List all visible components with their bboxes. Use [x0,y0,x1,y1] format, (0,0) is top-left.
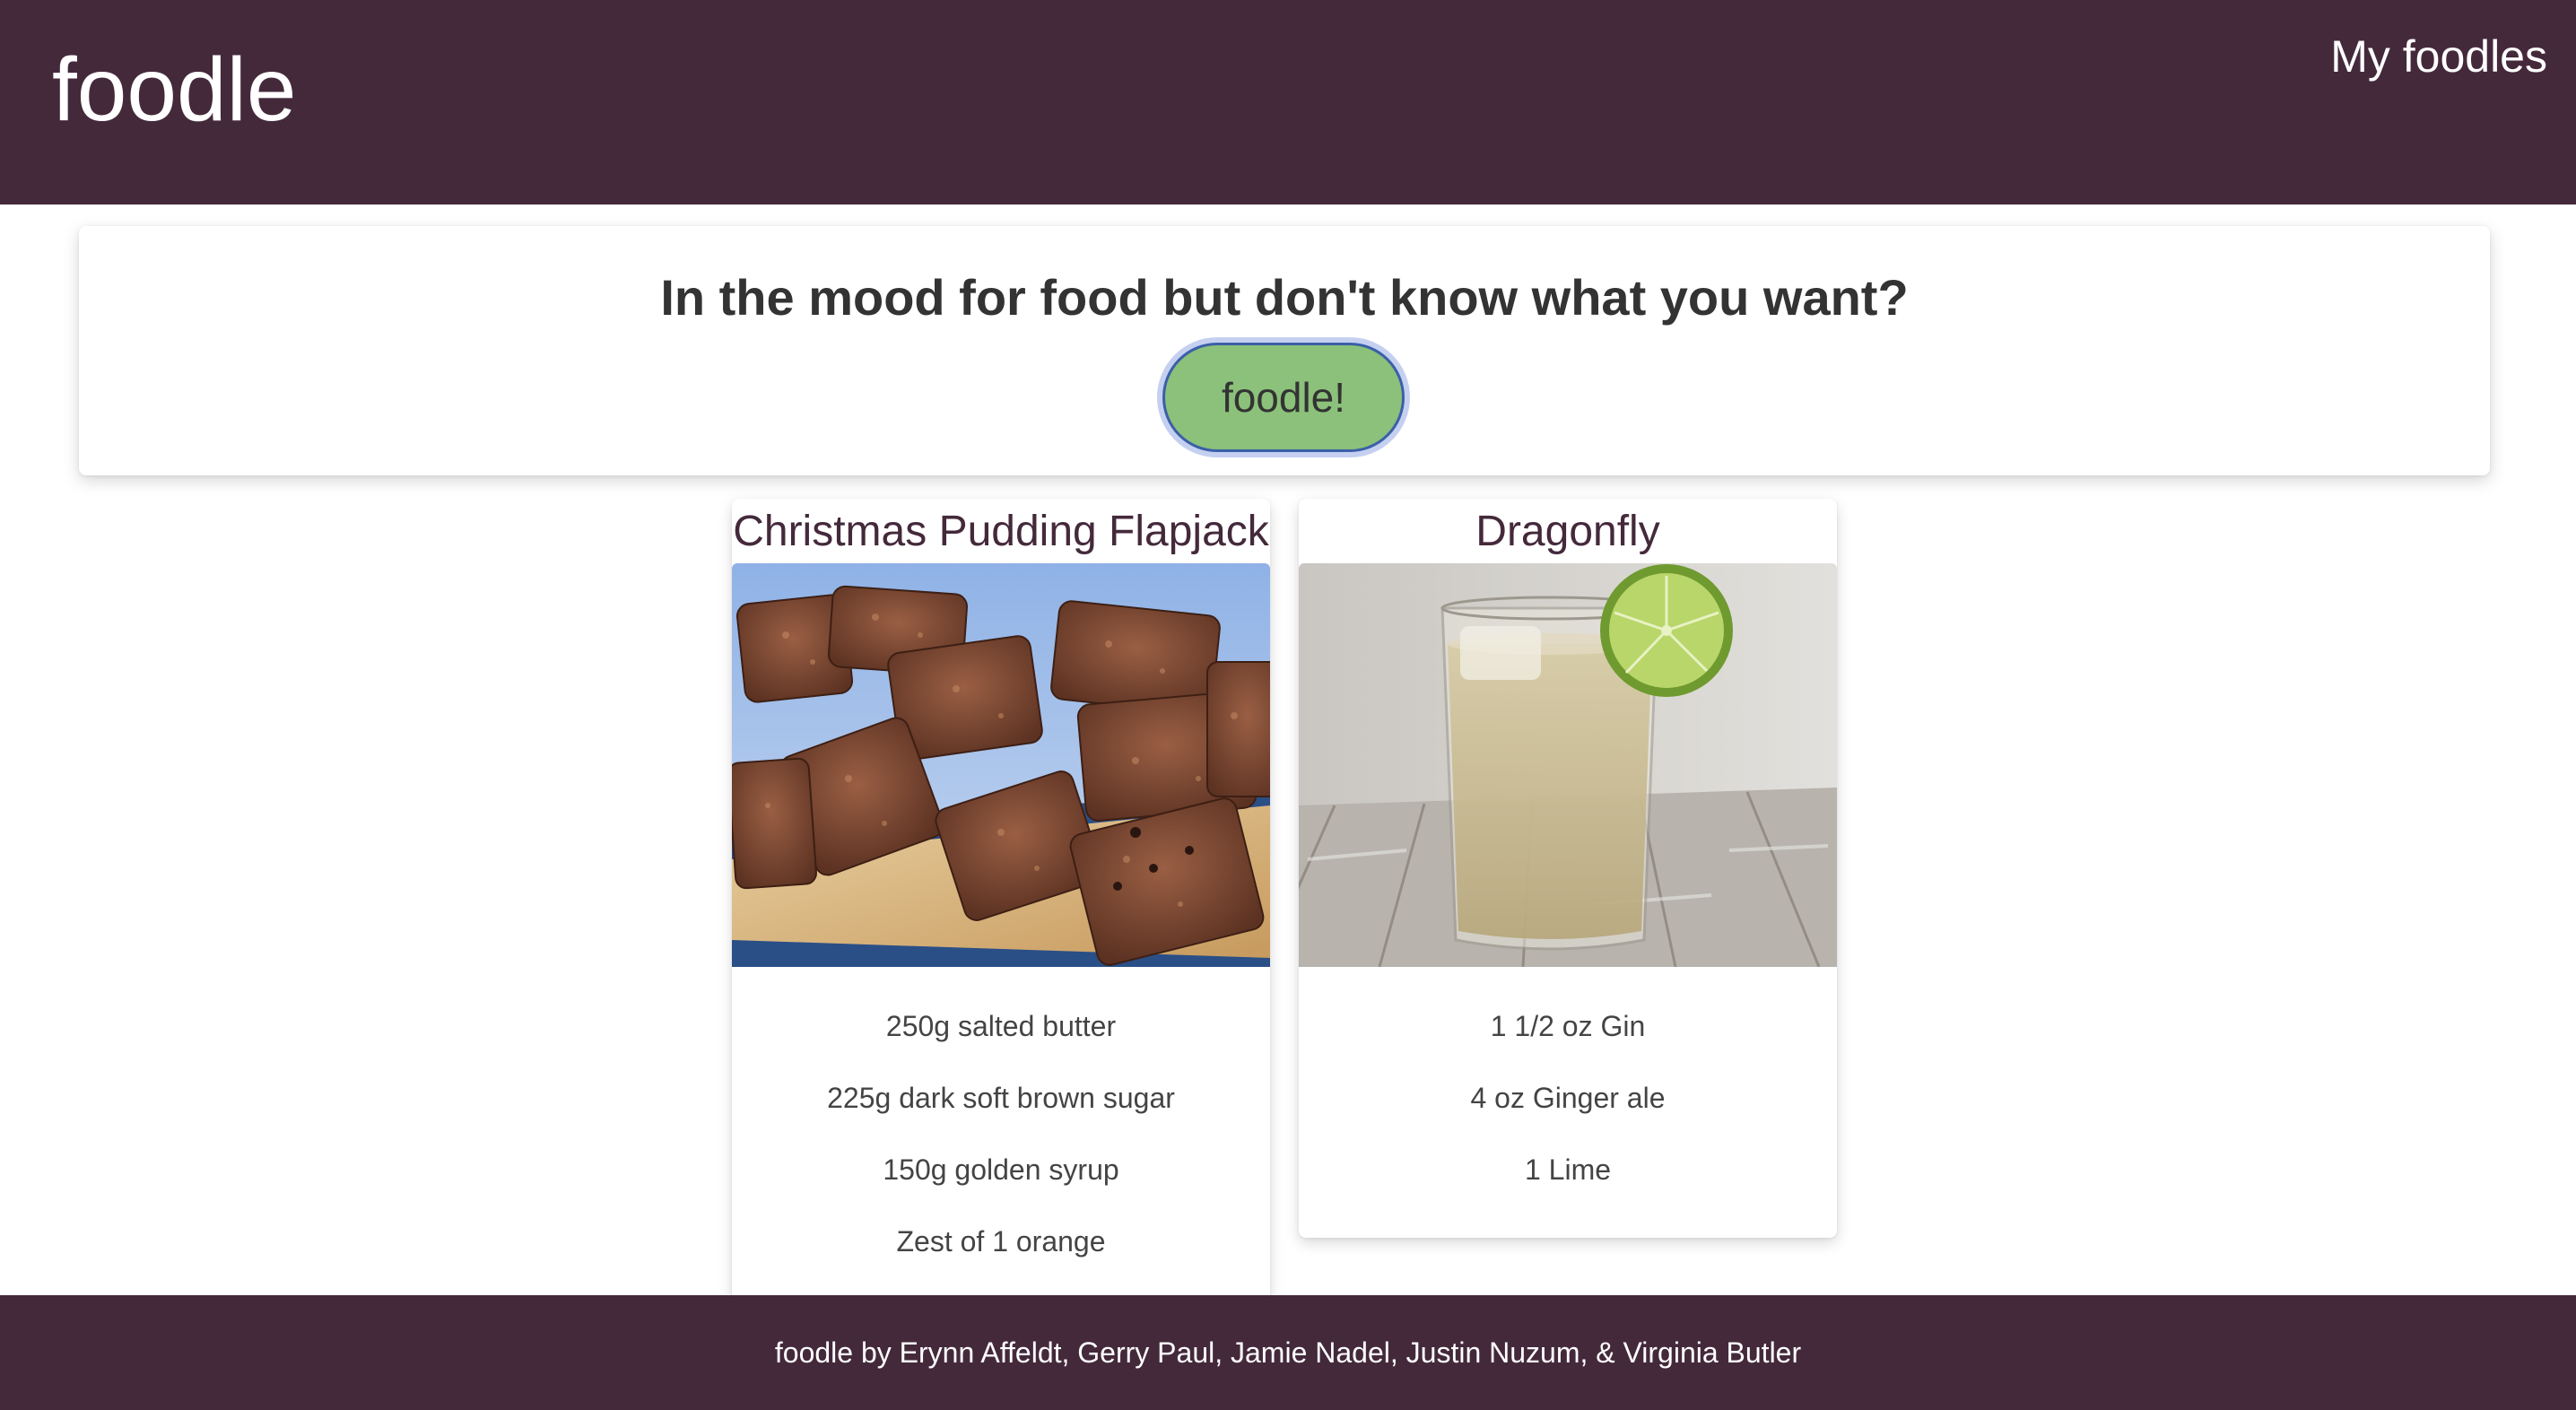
ingredient-item: 1 Lime [1524,1153,1612,1186]
recipe-image [732,563,1270,967]
ingredient-item: 150g golden syrup [883,1153,1119,1186]
foodle-button[interactable]: foodle! [1162,343,1405,452]
recipe-card: Christmas Pudding Flapjack 250g salted b… [732,499,1270,1306]
flapjack-image [732,563,1270,967]
my-foodles-link[interactable]: My foodles [2330,27,2547,86]
brand-logo[interactable]: foodle [52,36,296,144]
ingredient-item: 4 oz Ginger ale [1470,1082,1666,1114]
ingredient-list: 1 1/2 oz Gin 4 oz Ginger ale 1 Lime [1299,1010,1837,1225]
footer-credits: foodle by Erynn Affeldt, Gerry Paul, Jam… [774,1336,1802,1369]
recipe-title: Christmas Pudding Flapjack [733,508,1269,555]
recipe-image [1299,563,1837,967]
footer: foodle by Erynn Affeldt, Gerry Paul, Jam… [0,1295,2576,1410]
ingredient-item: 1 1/2 oz Gin [1490,1010,1646,1042]
hero-title: In the mood for food but don't know what… [660,269,1909,326]
ingredient-list: 250g salted butter 225g dark soft brown … [732,1010,1270,1297]
recipe-title: Dragonfly [1475,508,1660,555]
ingredient-item: 225g dark soft brown sugar [827,1082,1175,1114]
ingredient-item: Zest of 1 orange [896,1225,1106,1258]
ingredient-item: 250g salted butter [885,1010,1117,1042]
cocktail-image [1299,563,1837,967]
top-navbar: foodle My foodles [0,0,2576,205]
hero-card: In the mood for food but don't know what… [79,226,2490,475]
recipe-card: Dragonfly 1 1/2 oz Gin 4 oz Ginger ale 1… [1299,499,1837,1238]
